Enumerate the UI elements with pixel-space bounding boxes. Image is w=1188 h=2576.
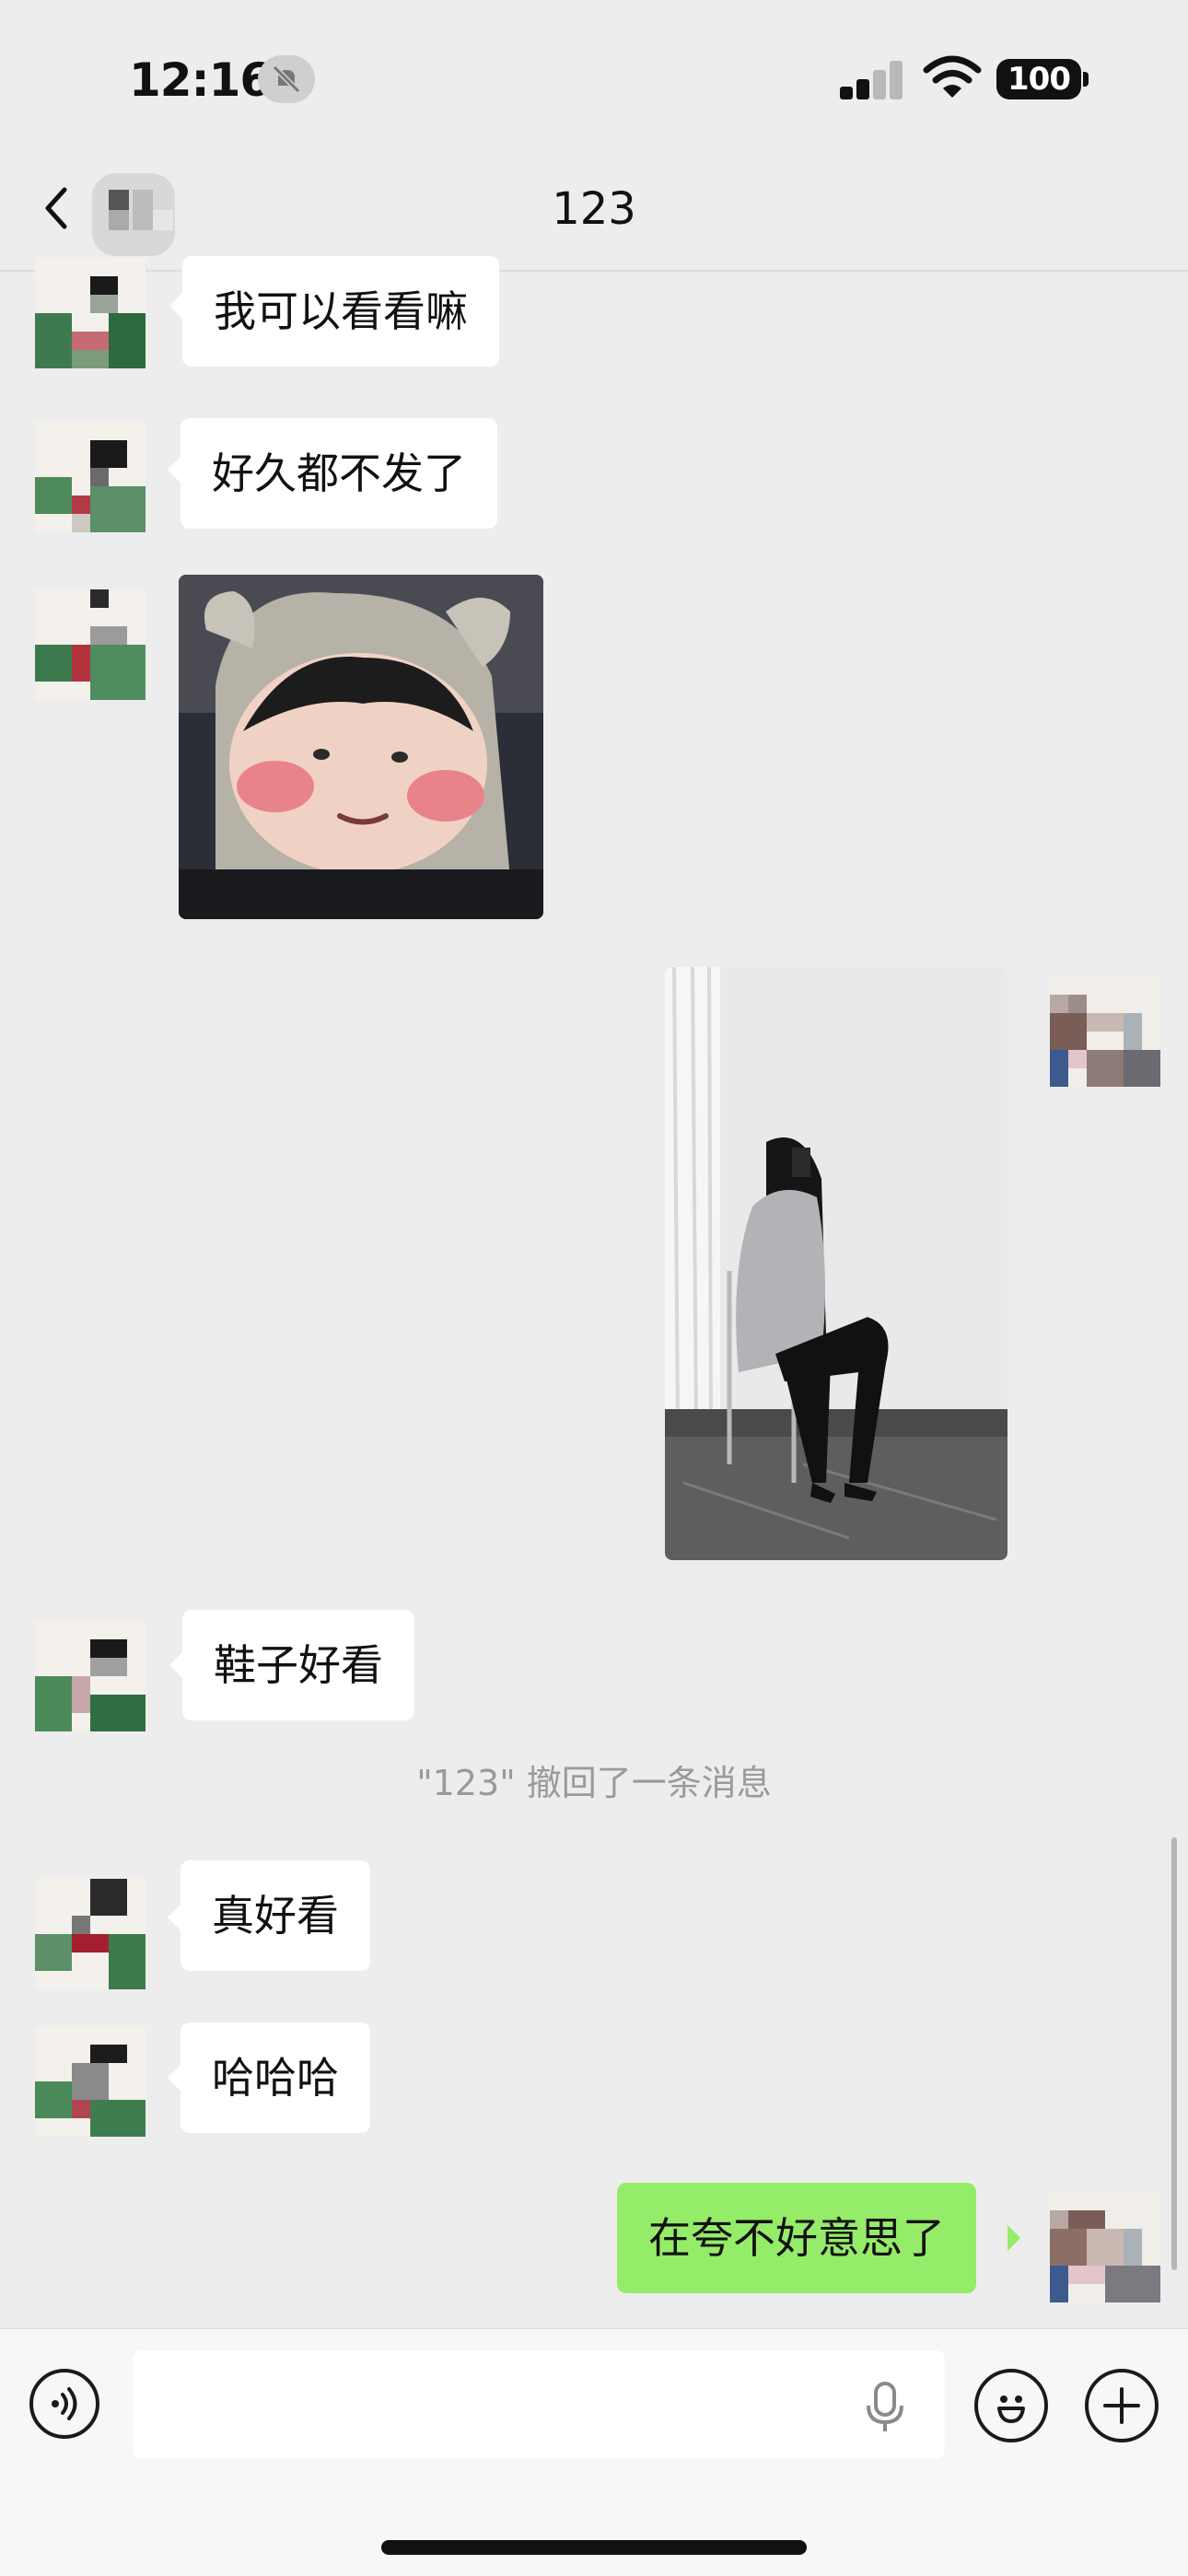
message-bubble[interactable]: 哈哈哈 — [181, 2022, 370, 2133]
cellular-signal-icon — [840, 59, 904, 99]
scrollbar[interactable] — [1171, 1837, 1177, 2270]
contact-avatar[interactable] — [35, 1621, 146, 1731]
bubble-tail — [169, 1652, 182, 1678]
wifi-icon — [923, 55, 982, 101]
bubble-tail — [168, 457, 181, 483]
bubble-tail — [1007, 2225, 1020, 2251]
message-bubble[interactable]: 真好看 — [181, 1860, 370, 1971]
message-bubble[interactable]: 鞋子好看 — [182, 1610, 414, 1720]
my-avatar[interactable] — [1050, 976, 1160, 1087]
bubble-tail — [168, 1905, 181, 1930]
sent-message-bubble[interactable]: 在夸不好意思了 — [617, 2183, 976, 2293]
voice-toggle-button[interactable] — [29, 2369, 99, 2439]
sticker-image[interactable] — [179, 575, 543, 919]
emoji-button[interactable] — [974, 2369, 1048, 2442]
voice-icon — [52, 2387, 77, 2420]
plus-icon — [1103, 2387, 1140, 2424]
battery-cap — [1083, 72, 1089, 87]
chat-title: 123 — [552, 183, 636, 235]
message-bubble[interactable]: 我可以看看嘛 — [182, 256, 499, 367]
microphone-icon[interactable] — [860, 2380, 910, 2435]
contact-avatar[interactable] — [35, 258, 146, 368]
recall-notice: "123" 撤回了一条消息 — [416, 1763, 772, 1803]
mute-bell-icon — [258, 55, 315, 103]
battery-indicator: 100 — [996, 59, 1081, 99]
home-indicator[interactable] — [381, 2540, 807, 2555]
photo-message[interactable] — [665, 967, 1007, 1560]
message-bubble[interactable]: 好久都不发了 — [181, 418, 497, 529]
message-input[interactable] — [133, 2350, 945, 2459]
contact-avatar[interactable] — [35, 2026, 146, 2137]
emoji-icon — [997, 2395, 1025, 2423]
status-time: 12:16 — [129, 53, 272, 107]
contact-avatar[interactable] — [35, 589, 146, 700]
more-button[interactable] — [1085, 2369, 1159, 2442]
contact-avatar[interactable] — [35, 422, 146, 532]
bubble-tail — [169, 293, 182, 319]
my-avatar[interactable] — [1050, 2192, 1160, 2302]
contact-avatar[interactable] — [35, 1879, 146, 1989]
bubble-tail — [168, 2065, 181, 2091]
